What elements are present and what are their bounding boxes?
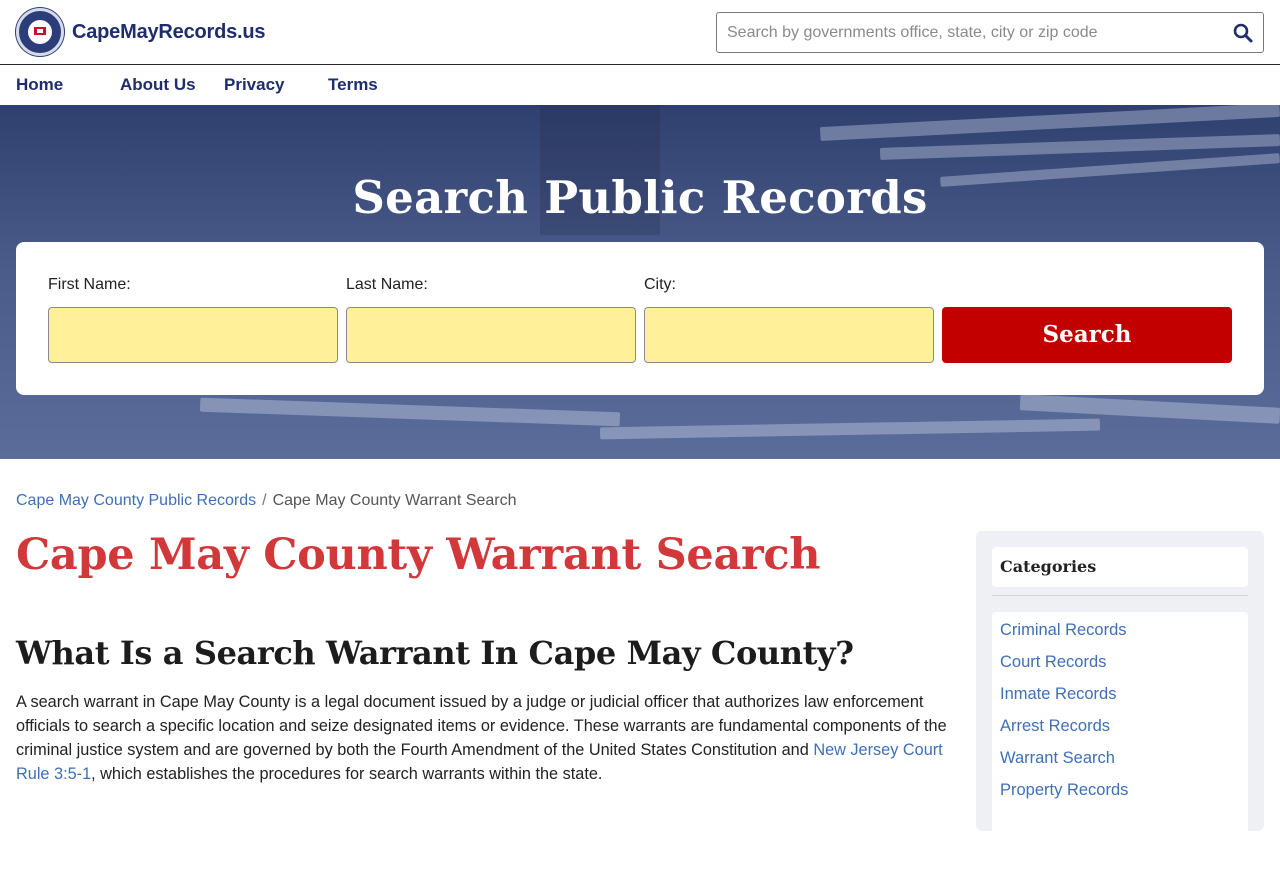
breadcrumb: Cape May County Public Records / Cape May … <box>16 492 517 510</box>
site-name: CapeMayRecords.us <box>72 20 266 43</box>
categories-heading: Categories <box>992 547 1248 587</box>
category-property-records[interactable]: Property Records <box>1000 780 1240 812</box>
search-icon[interactable] <box>1231 21 1255 45</box>
city-field-box <box>644 307 934 363</box>
hero-title: Search Public Records <box>352 171 928 224</box>
nav-privacy[interactable]: Privacy <box>224 75 285 95</box>
paper-stack-decoration <box>879 134 1280 160</box>
paragraph-text-end: , which establishes the procedures for s… <box>91 765 603 783</box>
seal-logo-icon <box>16 8 64 56</box>
category-criminal-records[interactable]: Criminal Records <box>1000 620 1240 652</box>
breadcrumb-separator: / <box>262 492 267 509</box>
last-name-label: Last Name: <box>346 276 428 293</box>
first-name-input[interactable] <box>49 308 337 362</box>
last-name-input[interactable] <box>347 308 635 362</box>
categories-sidebar: Categories Criminal Records Court Record… <box>976 531 1264 872</box>
paper-stack-decoration <box>599 418 1101 440</box>
category-warrant-search[interactable]: Warrant Search <box>1000 748 1240 780</box>
site-search-input[interactable] <box>717 13 1217 52</box>
city-input[interactable] <box>645 308 933 362</box>
site-header: CapeMayRecords.us <box>0 0 1280 65</box>
breadcrumb-parent-link[interactable]: Cape May County Public Records <box>16 492 256 509</box>
last-name-field-box <box>346 307 636 363</box>
site-search <box>716 12 1264 53</box>
section-heading: What Is a Search Warrant In Cape May Cou… <box>16 634 854 672</box>
intro-paragraph: A search warrant in Cape May County is a… <box>16 690 956 786</box>
first-name-field-box <box>48 307 338 363</box>
paragraph-text: A search warrant in Cape May County is a… <box>16 693 947 759</box>
main-nav: Home About Us Privacy Terms <box>0 66 1280 105</box>
people-search-form: First Name: Last Name: City: Search <box>16 242 1264 395</box>
site-logo-link[interactable]: CapeMayRecords.us <box>16 8 266 56</box>
breadcrumb-current: Cape May County Warrant Search <box>272 492 517 509</box>
city-label: City: <box>644 276 676 293</box>
paper-stack-decoration <box>199 397 621 427</box>
categories-divider <box>992 595 1248 596</box>
category-court-records[interactable]: Court Records <box>1000 652 1240 684</box>
nav-home[interactable]: Home <box>16 75 63 95</box>
category-inmate-records[interactable]: Inmate Records <box>1000 684 1240 716</box>
categories-list: Criminal Records Court Records Inmate Re… <box>992 612 1248 872</box>
page-title: Cape May County Warrant Search <box>16 530 821 580</box>
category-arrest-records[interactable]: Arrest Records <box>1000 716 1240 748</box>
nav-terms[interactable]: Terms <box>328 75 378 95</box>
first-name-label: First Name: <box>48 276 131 293</box>
search-button[interactable]: Search <box>942 307 1232 363</box>
hero-banner: Search Public Records First Name: Last N… <box>0 105 1280 459</box>
nav-about-us[interactable]: About Us <box>120 75 196 95</box>
